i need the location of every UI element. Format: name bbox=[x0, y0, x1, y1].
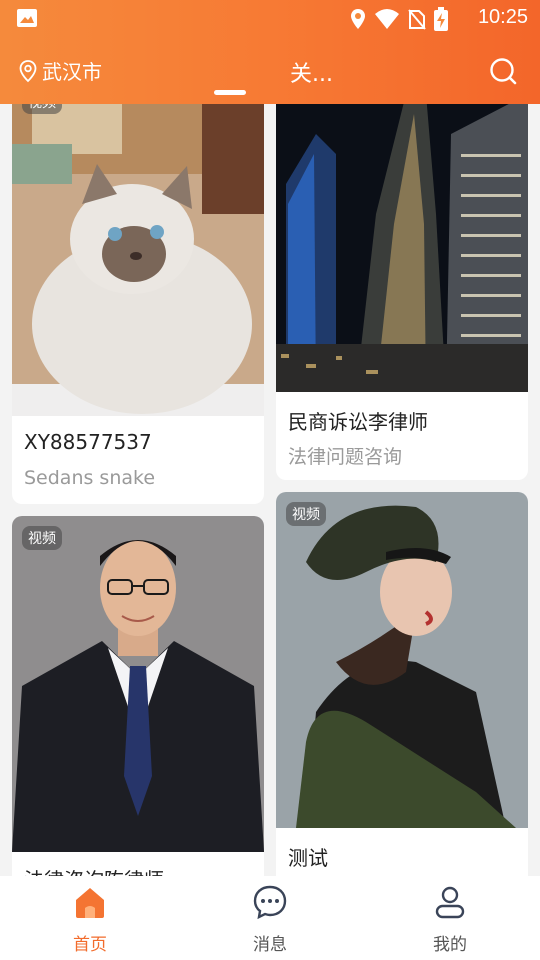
feed-card[interactable]: 视频 法律咨询陈律师 bbox=[12, 516, 264, 876]
app-header: 10:25 武汉市 关... bbox=[0, 0, 540, 104]
battery-charging-icon bbox=[434, 7, 448, 31]
no-sim-icon bbox=[408, 9, 426, 30]
video-badge: 视频 bbox=[286, 502, 326, 526]
person-icon bbox=[435, 886, 465, 919]
tab-title[interactable]: 关... bbox=[290, 56, 333, 88]
card-subtitle: 法律问题咨询 bbox=[288, 446, 403, 468]
city-skyscrapers-photo bbox=[276, 104, 528, 392]
bottom-nav: 首页 消息 我的 bbox=[0, 876, 540, 960]
nav-profile-label: 我的 bbox=[433, 935, 467, 955]
nav-messages[interactable]: 消息 bbox=[180, 876, 360, 960]
nav-profile[interactable]: 我的 bbox=[360, 876, 540, 960]
title-bar: 武汉市 关... bbox=[0, 48, 540, 96]
feed-card[interactable]: 视频 测试 bbox=[276, 492, 528, 876]
nav-home[interactable]: 首页 bbox=[0, 876, 180, 960]
home-icon bbox=[76, 888, 104, 918]
video-badge: 视频 bbox=[22, 104, 62, 114]
location-label: 武汉市 bbox=[42, 60, 102, 84]
status-bar: 10:25 bbox=[0, 0, 540, 36]
card-title: XY88577537 bbox=[24, 430, 152, 454]
nav-home-label: 首页 bbox=[73, 935, 107, 955]
card-title: 民商诉讼李律师 bbox=[288, 410, 428, 434]
system-status-icons bbox=[350, 7, 448, 31]
feed-card[interactable]: XY88577537 Sedans snake bbox=[12, 104, 264, 504]
location-pin-icon bbox=[19, 59, 37, 82]
wifi-icon bbox=[375, 9, 399, 29]
gallery-notification-icon bbox=[17, 9, 37, 27]
woman-in-beret-photo bbox=[276, 492, 528, 828]
card-title: 法律咨询陈律师 bbox=[24, 864, 164, 876]
tab-indicator bbox=[214, 90, 246, 95]
content-feed[interactable]: XY88577537 Sedans snake 民商诉讼李律师 法律问题咨询 视… bbox=[0, 104, 540, 876]
cat-photo bbox=[12, 104, 264, 416]
video-badge: 视频 bbox=[22, 526, 62, 550]
chat-bubble-icon bbox=[253, 885, 287, 920]
man-in-suit-photo bbox=[12, 516, 264, 852]
nav-messages-label: 消息 bbox=[253, 935, 287, 955]
card-subtitle: Sedans snake bbox=[24, 467, 156, 489]
feed-card[interactable]: 民商诉讼李律师 法律问题咨询 bbox=[276, 104, 528, 480]
location-status-icon bbox=[351, 9, 365, 29]
search-icon[interactable] bbox=[488, 56, 518, 86]
card-title: 测试 bbox=[288, 846, 328, 870]
location-selector[interactable]: 武汉市 bbox=[18, 56, 102, 85]
status-time: 10:25 bbox=[477, 6, 528, 28]
